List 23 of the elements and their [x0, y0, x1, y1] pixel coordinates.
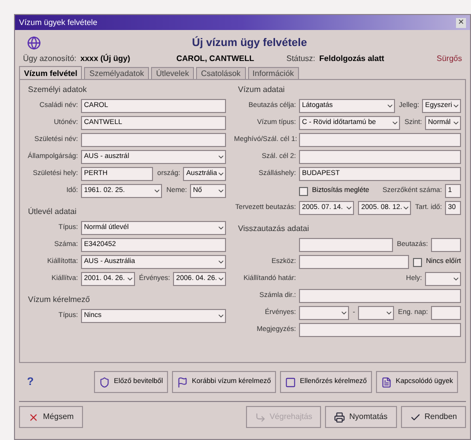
section-title: Útlevél adatai	[27, 206, 78, 218]
tab[interactable]: Útlevelek	[151, 67, 194, 79]
status-value: Feldolgozás alatt	[319, 52, 386, 64]
tab[interactable]: Csatolások	[196, 67, 246, 79]
close-button[interactable]: ×	[456, 18, 466, 28]
help-icon[interactable]: ?	[27, 374, 34, 390]
footer-button[interactable]: Nyomtatás	[325, 406, 397, 428]
applicant-name: CAROL, CANTWELL	[176, 52, 256, 64]
section-title: Visszautazás adatai	[237, 223, 310, 235]
window-title: Vízum ügyek felvétele	[19, 16, 98, 28]
tab[interactable]: Információk	[248, 67, 299, 79]
case-id-label: Ügy azonosító:	[23, 52, 76, 64]
footer-button[interactable]: Mégsem	[19, 406, 83, 428]
section-title: Vízum kérelmező	[27, 294, 91, 306]
section-title: Személyi adatok	[27, 84, 88, 96]
section-title: Vízum adatai	[237, 84, 286, 96]
dialog-heading: Új vízum ügy felvétele	[191, 35, 308, 51]
status-label: Státusz:	[286, 52, 316, 64]
tab[interactable]: Vízum felvétel	[19, 66, 82, 79]
tab[interactable]: Személyadatok	[84, 67, 150, 79]
footer-button[interactable]: Rendben	[400, 406, 466, 428]
case-id: xxxx (Új ügy)	[80, 52, 132, 64]
urgent-label: Sürgős	[436, 52, 462, 64]
